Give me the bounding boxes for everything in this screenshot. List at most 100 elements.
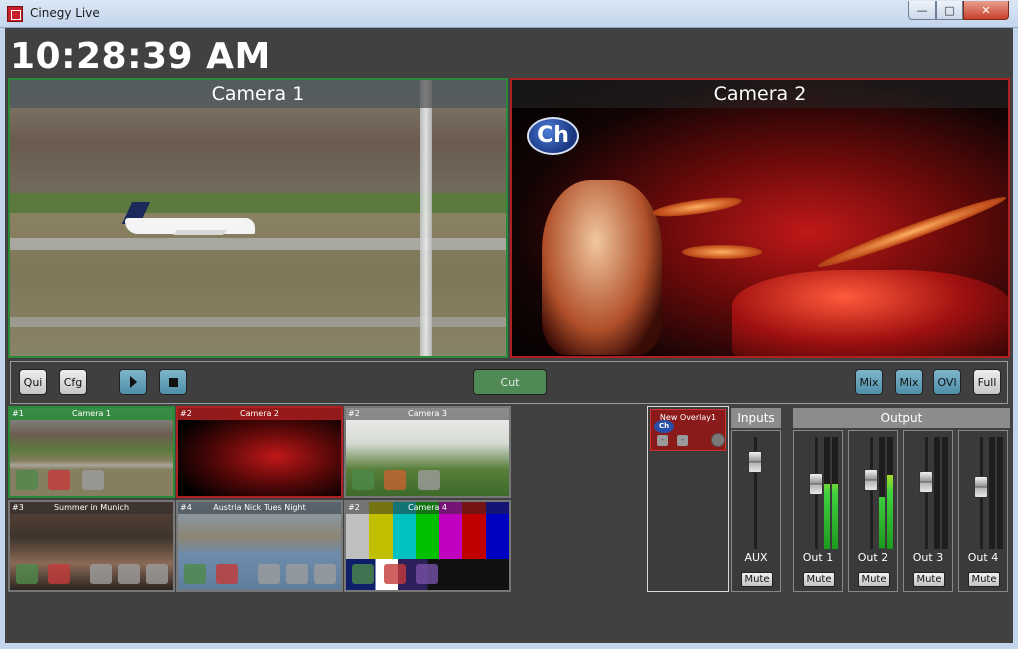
source-thumb-5[interactable]: Austria Nick Tues Night #4 [176,500,343,592]
source-thumb-3[interactable]: Camera 3 #2 [344,406,511,498]
concert-image [512,80,1008,356]
preview-monitor[interactable]: Camera 1 [8,78,508,358]
source-restart-button[interactable] [314,564,336,584]
overlay-button-1[interactable]: - [657,435,668,446]
play-button[interactable] [119,369,147,395]
source-marker-button[interactable] [82,470,104,490]
source-thumb-2[interactable]: Camera 2 #2 [176,406,343,498]
source-number: #2 [180,409,192,418]
fader-knob[interactable] [919,470,933,493]
source-pause-button[interactable] [286,564,308,584]
qui-button[interactable]: Qui [19,369,47,395]
source-restart-button[interactable] [146,564,168,584]
source-title: Summer in Munich [10,502,173,514]
overlay-logo-icon: Ch [654,420,674,433]
source-loop-button[interactable] [90,564,112,584]
drum-kit [732,270,1008,356]
cymbal-left [651,193,743,221]
level-meter [934,437,940,549]
airplane-wing [172,230,228,235]
mute-button[interactable]: Mute [913,572,945,587]
app-content: 10:28:39 AM Camera 1 Ch Camera 2 Qui Cfg… [5,28,1013,643]
cymbal-large [815,191,1008,273]
output-header: Output [793,408,1010,428]
fader-track [870,437,873,549]
audio-strip-4: Out 3 Mute [903,430,953,592]
program-monitor[interactable]: Ch Camera 2 [510,78,1010,358]
window-frame-right [1013,28,1018,649]
minimize-button[interactable]: — [908,1,936,20]
source-program-button[interactable] [216,564,238,584]
source-thumb-6[interactable]: Camera 4 #2 [344,500,511,592]
mute-button[interactable]: Mute [858,572,890,587]
channel-name: Out 1 [802,551,834,564]
source-program-button[interactable] [384,470,406,490]
source-marker-button[interactable] [418,470,440,490]
source-number: #2 [348,409,360,418]
window-titlebar: Cinegy Live — □ ✕ [0,0,1018,28]
fader-knob[interactable] [809,473,823,496]
mute-button[interactable]: Mute [968,572,1000,587]
source-number: #1 [12,409,24,418]
mix-button-2[interactable]: Mix [895,369,923,395]
guitarist-figure [542,180,662,355]
source-marker-button[interactable] [416,564,438,584]
source-title: Camera 4 [346,502,509,514]
overlay-item[interactable]: New Overlay1 Ch - - [650,409,726,451]
mix-button-1[interactable]: Mix [855,369,883,395]
overlay-toggle[interactable] [711,433,725,447]
audio-strip-5: Out 4 Mute [958,430,1008,592]
source-preview-button[interactable] [184,564,206,584]
source-program-button[interactable] [48,564,70,584]
cfg-button[interactable]: Cfg [59,369,87,395]
fader-track [925,437,928,549]
fader-knob[interactable] [974,476,988,499]
audio-strip-3: Out 2 Mute [848,430,898,592]
level-meter [879,437,885,549]
audio-strip-1: AUX Mute [731,430,781,592]
mute-button[interactable]: Mute [741,572,773,587]
close-button[interactable]: ✕ [963,1,1009,20]
inputs-header: Inputs [731,408,781,428]
level-meter-fill [824,484,830,549]
window-title: Cinegy Live [30,6,100,20]
fader-knob[interactable] [864,468,878,491]
maximize-button[interactable]: □ [936,1,963,20]
audio-strip-2: Out 1 Mute [793,430,843,592]
clock-display: 10:28:39 AM [10,36,271,77]
source-thumb-4[interactable]: Summer in Munich #3 [8,500,175,592]
channel-name: Out 3 [912,551,944,564]
db-scale [962,433,972,553]
cut-button[interactable]: Cut [473,369,547,395]
source-preview-button[interactable] [352,470,374,490]
cinegy-app-icon [7,6,23,22]
stop-button[interactable] [159,369,187,395]
source-program-button[interactable] [48,470,70,490]
level-meter-fill [887,475,893,549]
program-label: Camera 2 [512,80,1008,108]
source-preview-button[interactable] [16,564,38,584]
level-meter [832,437,838,549]
source-thumb-1[interactable]: Camera 1 #1 [8,406,175,498]
level-meter [824,437,830,549]
full-button[interactable]: Full [973,369,1001,395]
play-icon [129,376,137,388]
level-meter [989,437,995,549]
level-meter [942,437,948,549]
source-number: #2 [348,503,360,512]
fader-knob[interactable] [748,450,762,473]
source-loop-button[interactable] [258,564,280,584]
preview-pole [420,80,432,356]
source-title: Camera 3 [346,408,509,420]
source-title: Austria Nick Tues Night [178,502,341,514]
overlay-button-2[interactable]: - [677,435,688,446]
source-preview-button[interactable] [352,564,374,584]
preview-label: Camera 1 [10,80,506,108]
source-number: #3 [12,503,24,512]
source-preview-button[interactable] [16,470,38,490]
cinegy-logo-overlay: Ch [527,117,579,155]
source-program-button[interactable] [384,564,406,584]
source-pause-button[interactable] [118,564,140,584]
ovl-button[interactable]: OVl [933,369,961,395]
mute-button[interactable]: Mute [803,572,835,587]
